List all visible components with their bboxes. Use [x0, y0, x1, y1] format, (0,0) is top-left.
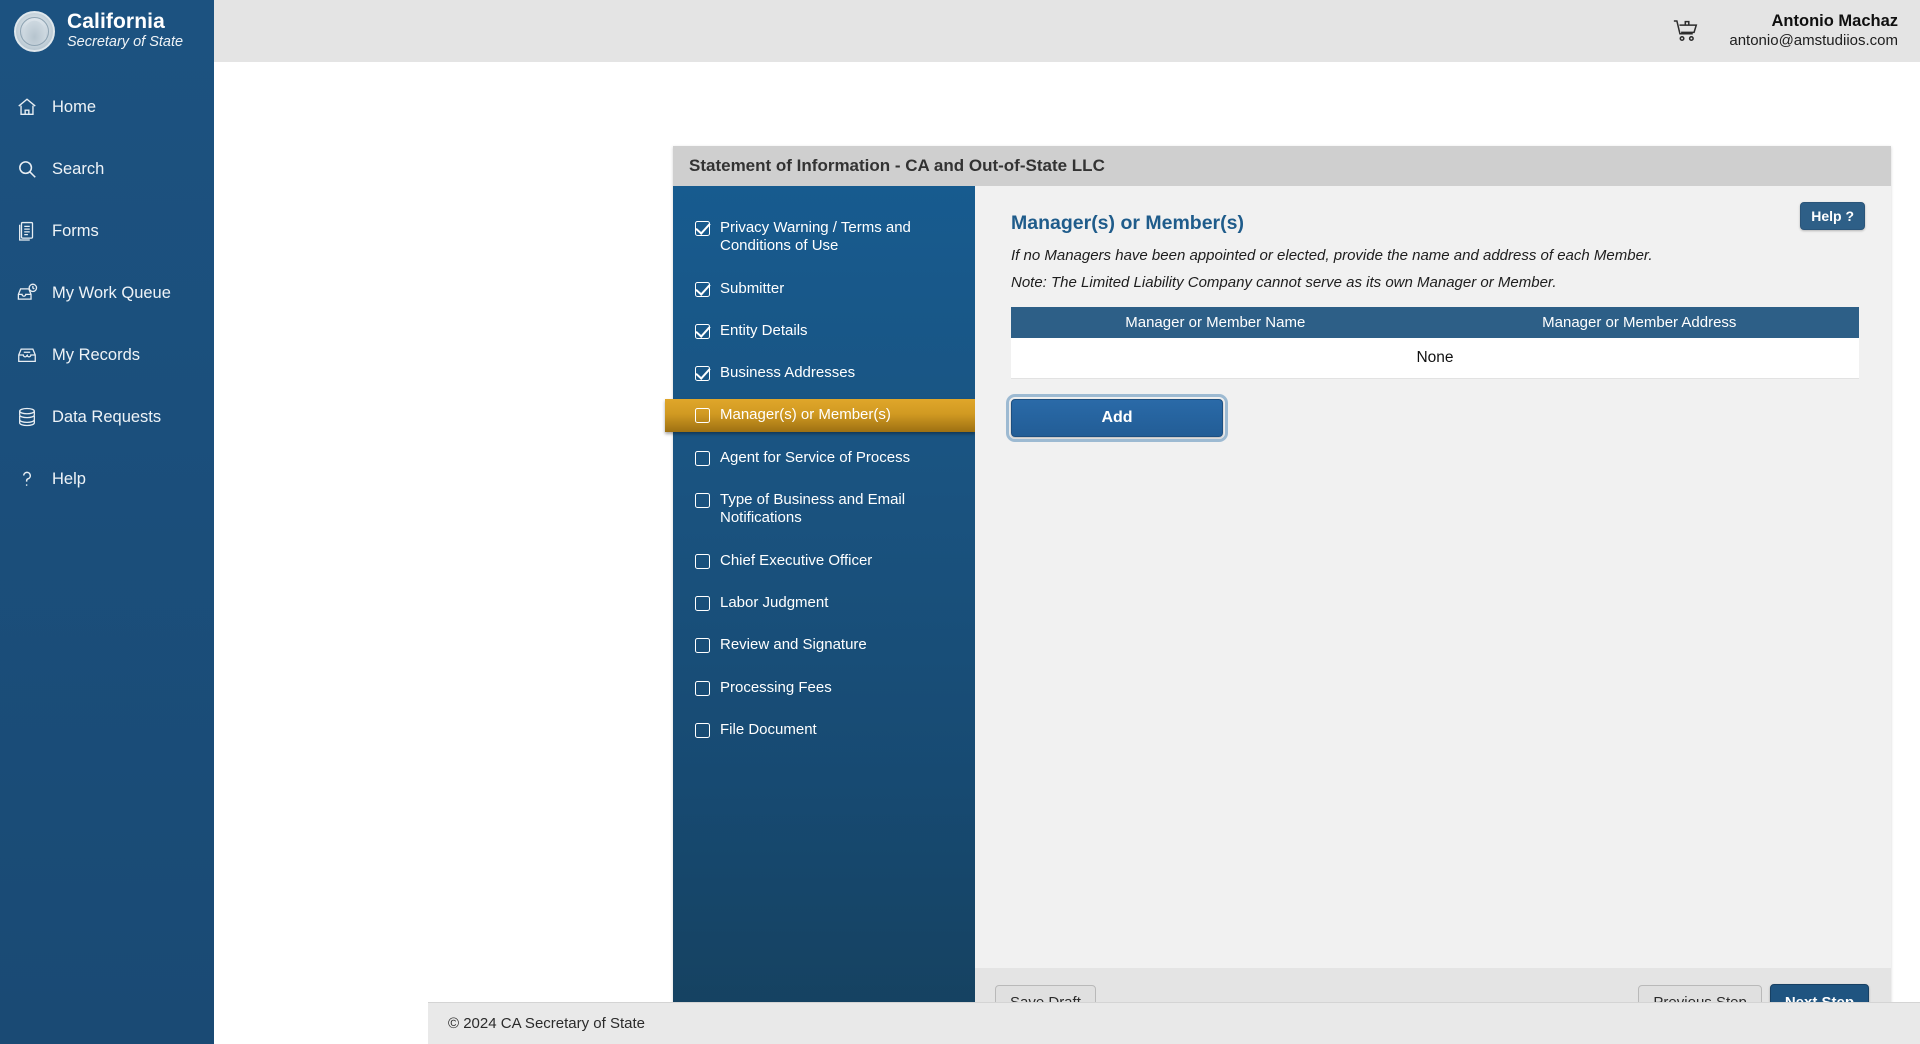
checkbox-checked-icon — [695, 221, 710, 236]
sidebar: California Secretary of State Home — [0, 0, 214, 1044]
sidebar-item-help[interactable]: Help — [0, 448, 214, 510]
step-item[interactable]: Chief Executive Officer — [673, 545, 975, 577]
sidebar-item-label: My Work Queue — [52, 284, 171, 303]
copyright-text: © 2024 CA Secretary of State — [448, 1015, 645, 1032]
instruction-text-2: Note: The Limited Liability Company cann… — [1011, 274, 1857, 291]
application-root: California Secretary of State Home — [0, 0, 1920, 1044]
records-icon — [16, 344, 38, 366]
database-icon — [16, 406, 38, 428]
table-body: None — [1011, 338, 1859, 379]
sidebar-item-label: My Records — [52, 346, 140, 365]
help-button[interactable]: Help ? — [1800, 202, 1865, 230]
state-seal-icon — [14, 11, 55, 52]
brand-logo[interactable]: California Secretary of State — [0, 0, 214, 62]
checkbox-checked-icon — [695, 366, 710, 381]
user-info[interactable]: Antonio Machaz antonio@amstudiios.com — [1729, 12, 1898, 49]
checkbox-unchecked-icon — [695, 723, 710, 738]
forms-icon — [16, 220, 38, 242]
step-label: Type of Business and Email Notifications — [720, 491, 965, 528]
table-empty-cell: None — [1011, 338, 1859, 379]
sidebar-item-search[interactable]: Search — [0, 138, 214, 200]
column-header-address: Manager or Member Address — [1420, 307, 1859, 338]
home-icon — [16, 96, 38, 118]
checkbox-unchecked-icon — [695, 493, 710, 508]
step-item[interactable]: File Document — [673, 714, 975, 746]
sidebar-item-label: Home — [52, 98, 96, 117]
shopping-cart-icon[interactable] — [1671, 17, 1701, 45]
sidebar-item-data-requests[interactable]: Data Requests — [0, 386, 214, 448]
step-item[interactable]: Agent for Service of Process — [673, 442, 975, 474]
step-item[interactable]: Business Addresses — [673, 357, 975, 389]
card-title: Statement of Information - CA and Out-of… — [673, 146, 1891, 186]
table-header-row: Manager or Member Name Manager or Member… — [1011, 307, 1859, 338]
card-body: Privacy Warning / Terms and Conditions o… — [673, 186, 1891, 1036]
step-item[interactable]: Processing Fees — [673, 672, 975, 704]
right-column: Antonio Machaz antonio@amstudiios.com St… — [214, 0, 1920, 1044]
step-label: Business Addresses — [720, 364, 855, 382]
sidebar-item-home[interactable]: Home — [0, 76, 214, 138]
step-label: Submitter — [720, 280, 784, 298]
table-row: None — [1011, 338, 1859, 379]
step-label: Chief Executive Officer — [720, 552, 872, 570]
instruction-text-1: If no Managers have been appointed or el… — [1011, 247, 1857, 264]
checkbox-unchecked-icon — [695, 638, 710, 653]
workspace: Statement of Information - CA and Out-of… — [214, 62, 1920, 1044]
step-content-pane: Help ? Manager(s) or Member(s) If no Man… — [975, 186, 1891, 1036]
sidebar-item-my-work-queue[interactable]: My Work Queue — [0, 262, 214, 324]
question-mark-icon — [16, 468, 38, 490]
step-label: File Document — [720, 721, 817, 739]
step-item[interactable]: Labor Judgment — [673, 587, 975, 619]
form-card: Statement of Information - CA and Out-of… — [673, 146, 1891, 1036]
checkbox-unchecked-icon — [695, 596, 710, 611]
table-header: Manager or Member Name Manager or Member… — [1011, 307, 1859, 338]
checkbox-unchecked-icon — [695, 554, 710, 569]
step-label: Privacy Warning / Terms and Conditions o… — [720, 219, 965, 256]
brand-subtitle: Secretary of State — [67, 35, 183, 50]
user-name: Antonio Machaz — [1729, 12, 1898, 31]
managers-members-table: Manager or Member Name Manager or Member… — [1011, 307, 1859, 379]
checkbox-checked-icon — [695, 282, 710, 297]
step-label: Agent for Service of Process — [720, 449, 910, 467]
step-item[interactable]: Review and Signature — [673, 629, 975, 661]
step-item-active[interactable]: Manager(s) or Member(s) — [665, 399, 975, 431]
step-item[interactable]: Type of Business and Email Notifications — [673, 484, 975, 535]
work-queue-icon — [16, 282, 38, 304]
checkbox-unchecked-icon — [695, 451, 710, 466]
sidebar-item-forms[interactable]: Forms — [0, 200, 214, 262]
search-icon — [16, 158, 38, 180]
page-title: Manager(s) or Member(s) — [1011, 212, 1857, 235]
sidebar-item-my-records[interactable]: My Records — [0, 324, 214, 386]
column-header-name: Manager or Member Name — [1011, 307, 1420, 338]
brand-name: California — [67, 11, 183, 33]
sidebar-item-label: Help — [52, 470, 86, 489]
step-label: Labor Judgment — [720, 594, 828, 612]
brand-text: California Secretary of State — [67, 11, 183, 50]
checkbox-unchecked-icon — [695, 408, 710, 423]
add-button[interactable]: Add — [1011, 399, 1223, 437]
step-list: Privacy Warning / Terms and Conditions o… — [673, 186, 975, 1034]
sidebar-nav: Home Search Forms — [0, 62, 214, 510]
step-label: Processing Fees — [720, 679, 832, 697]
sidebar-item-label: Forms — [52, 222, 99, 241]
step-label: Entity Details — [720, 322, 808, 340]
sidebar-item-label: Search — [52, 160, 104, 179]
step-item[interactable]: Entity Details — [673, 315, 975, 347]
checkbox-unchecked-icon — [695, 681, 710, 696]
checkbox-checked-icon — [695, 324, 710, 339]
top-bar: Antonio Machaz antonio@amstudiios.com — [214, 0, 1920, 62]
step-item[interactable]: Privacy Warning / Terms and Conditions o… — [673, 212, 975, 263]
step-label: Manager(s) or Member(s) — [720, 406, 891, 424]
user-email: antonio@amstudiios.com — [1729, 32, 1898, 50]
sidebar-item-label: Data Requests — [52, 408, 161, 427]
page-footer: © 2024 CA Secretary of State — [428, 1002, 1920, 1044]
step-label: Review and Signature — [720, 636, 867, 654]
step-item[interactable]: Submitter — [673, 273, 975, 305]
